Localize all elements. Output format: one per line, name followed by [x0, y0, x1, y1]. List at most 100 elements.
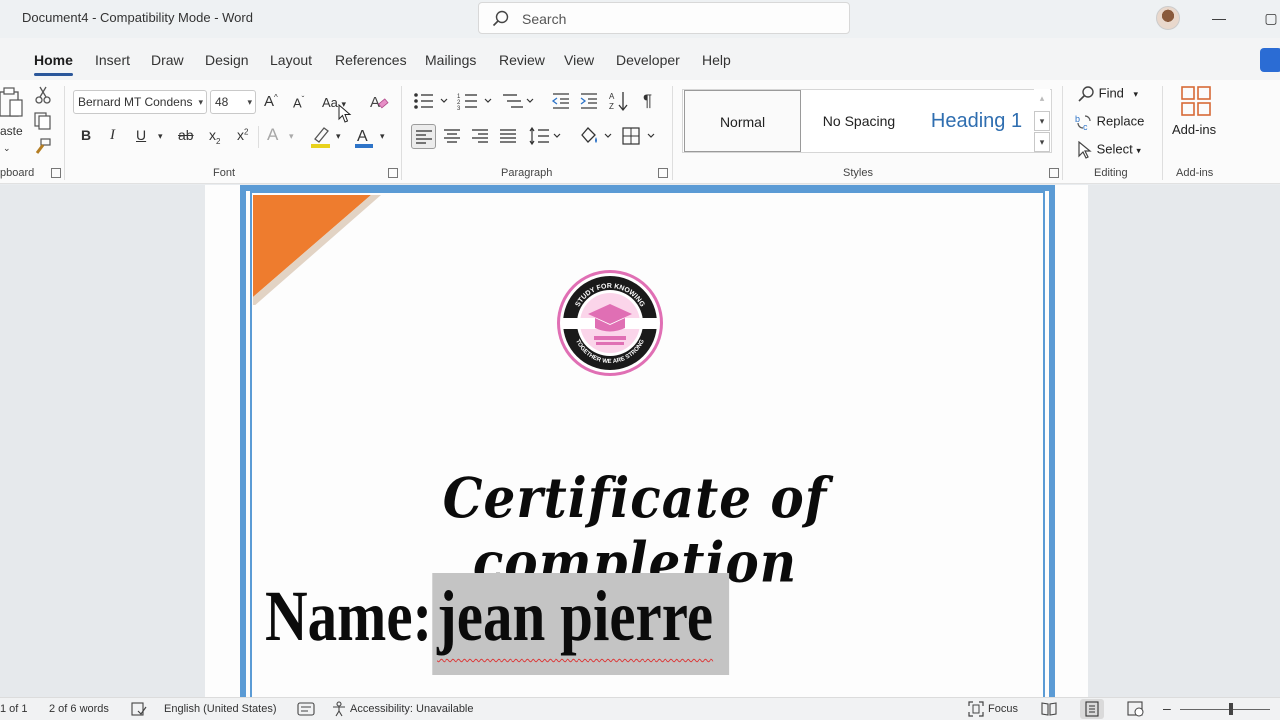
page-count[interactable]: 1 of 1 [0, 703, 28, 715]
name-value-selected[interactable]: jean pierre [432, 573, 730, 675]
superscript-button[interactable]: x2 [237, 127, 248, 143]
justify-icon[interactable] [500, 129, 516, 143]
tab-draw[interactable]: Draw [151, 52, 184, 68]
show-marks-button[interactable]: ¶ [643, 91, 652, 111]
increase-indent-icon[interactable] [579, 92, 599, 110]
tab-developer[interactable]: Developer [616, 52, 680, 68]
word-count[interactable]: 2 of 6 words [49, 703, 109, 715]
strikethrough-button[interactable]: ab [178, 127, 194, 143]
chevron-down-icon: ▾ [247, 97, 252, 107]
shrink-font-button[interactable]: Aˇ [293, 95, 304, 110]
font-launcher-icon[interactable] [388, 168, 398, 178]
chevron-down-icon: ▾ [1136, 145, 1141, 156]
paste-chevron-icon[interactable]: ⌄ [3, 143, 11, 154]
style-no-spacing[interactable]: No Spacing [803, 90, 915, 152]
bullets-icon[interactable] [413, 92, 453, 110]
superscript-glyph: x [237, 127, 244, 143]
tab-insert[interactable]: Insert [95, 52, 130, 68]
tab-layout[interactable]: Layout [270, 52, 312, 68]
language[interactable]: English (United States) [164, 703, 277, 715]
align-center-icon[interactable] [444, 129, 460, 143]
font-color-icon[interactable]: A [354, 125, 374, 149]
cut-icon[interactable] [34, 86, 52, 104]
zoom-slider-thumb[interactable] [1229, 703, 1233, 715]
font-group-label: Font [213, 167, 236, 179]
document-page[interactable]: STUDY FOR KNOWING TOGETHER WE ARE STRONG… [205, 185, 1088, 697]
focus-icon[interactable] [968, 701, 984, 717]
replace-button[interactable]: b c Replace [1075, 113, 1144, 132]
align-right-icon[interactable] [472, 129, 488, 143]
tab-references[interactable]: References [335, 52, 407, 68]
underline-button[interactable]: U [136, 127, 146, 143]
search-box[interactable]: Search [478, 2, 850, 34]
tab-review[interactable]: Review [499, 52, 545, 68]
clear-formatting-icon[interactable]: A [369, 92, 389, 112]
grow-font-glyph: A [264, 93, 275, 110]
restore-button[interactable]: ▢ [1256, 6, 1280, 30]
subscript-button[interactable]: x2 [209, 127, 220, 146]
proofing-icon[interactable] [131, 702, 147, 716]
line-spacing-icon[interactable] [529, 126, 563, 146]
svg-text:A: A [357, 128, 368, 145]
clipboard-launcher-icon[interactable] [51, 168, 61, 178]
tab-mailings[interactable]: Mailings [425, 52, 476, 68]
study-logo-icon: STUDY FOR KNOWING TOGETHER WE ARE STRONG [557, 270, 663, 376]
mouse-cursor-icon [338, 104, 352, 123]
select-button[interactable]: Select ▾ [1077, 140, 1141, 159]
shading-icon[interactable] [578, 125, 614, 147]
styles-scroll-down-icon[interactable]: ▾ [1034, 111, 1050, 131]
share-button[interactable] [1260, 48, 1280, 72]
grow-font-button[interactable]: A^ [264, 93, 278, 110]
print-layout-button[interactable] [1080, 699, 1104, 719]
svg-text:A: A [609, 92, 615, 101]
font-name-combo[interactable]: Bernard MT Condens ▾ [73, 90, 207, 114]
web-layout-icon[interactable] [1127, 701, 1145, 717]
shrink-font-glyph: A [293, 95, 302, 111]
borders-icon[interactable] [622, 127, 658, 145]
divider [672, 86, 673, 180]
styles-launcher-icon[interactable] [1049, 168, 1059, 178]
multilevel-list-icon[interactable] [501, 92, 541, 110]
zoom-slider-track[interactable] [1180, 709, 1270, 710]
style-normal[interactable]: Normal [684, 90, 801, 152]
highlighter-icon[interactable] [310, 125, 332, 149]
paste-icon[interactable] [0, 86, 26, 122]
decrease-indent-icon[interactable] [551, 92, 571, 110]
italic-button[interactable]: I [110, 127, 115, 144]
chevron-down-icon[interactable]: ▾ [158, 131, 163, 142]
styles-more-icon[interactable]: ▾ [1034, 132, 1050, 152]
styles-scroll-up-icon[interactable]: ▴ [1034, 89, 1050, 109]
chevron-down-icon[interactable]: ▾ [380, 131, 385, 142]
user-avatar[interactable] [1156, 6, 1180, 30]
find-button[interactable]: Find ▾ [1077, 85, 1138, 103]
tab-view[interactable]: View [564, 52, 594, 68]
font-size-combo[interactable]: 48 ▾ [210, 90, 256, 114]
zoom-out-button[interactable]: – [1163, 700, 1171, 716]
addins-icon[interactable] [1181, 86, 1211, 116]
chevron-down-icon[interactable]: ▾ [289, 131, 294, 142]
document-canvas[interactable]: STUDY FOR KNOWING TOGETHER WE ARE STRONG… [0, 185, 1280, 697]
style-heading-1[interactable]: Heading 1 [919, 90, 1034, 152]
copy-icon[interactable] [34, 112, 52, 130]
align-left-button[interactable] [411, 124, 436, 149]
text-effects-button[interactable]: A [267, 125, 278, 145]
tab-help[interactable]: Help [702, 52, 731, 68]
name-line[interactable]: Name: jean pierre [265, 573, 730, 675]
search-icon [492, 10, 509, 27]
minimize-button[interactable]: — [1204, 6, 1234, 30]
addins-button-label[interactable]: Add-ins [1172, 122, 1216, 137]
accessibility-icon[interactable] [331, 701, 347, 717]
sort-icon[interactable]: A Z [609, 90, 629, 112]
accessibility-status[interactable]: Accessibility: Unavailable [350, 703, 474, 715]
numbering-icon[interactable]: 1 2 3 [457, 92, 497, 110]
paragraph-launcher-icon[interactable] [658, 168, 668, 178]
chevron-down-icon[interactable]: ▾ [336, 131, 341, 142]
paste-label[interactable]: aste [0, 124, 23, 138]
bold-button[interactable]: B [81, 127, 91, 143]
tab-design[interactable]: Design [205, 52, 249, 68]
text-predictions-icon[interactable] [297, 702, 315, 716]
format-painter-icon[interactable] [34, 138, 52, 156]
focus-mode[interactable]: Focus [988, 703, 1018, 715]
tab-home[interactable]: Home [34, 52, 73, 76]
read-mode-icon[interactable] [1041, 701, 1057, 717]
